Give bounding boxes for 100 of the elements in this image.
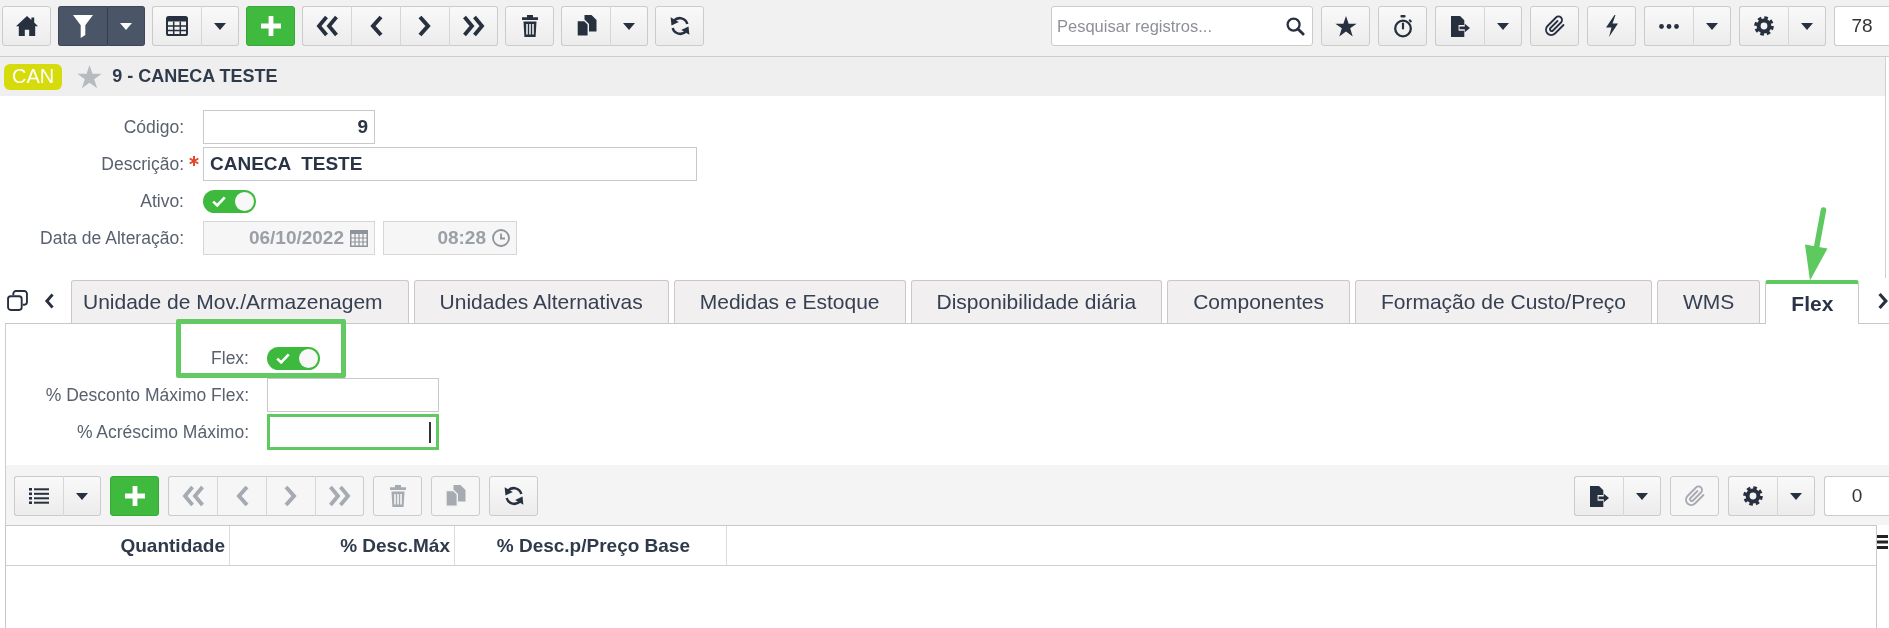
refresh-icon [668,15,691,37]
plus-icon [124,486,145,506]
chevron-left-icon [369,15,383,37]
attach-button[interactable] [1530,6,1579,46]
chevron-right-icon[interactable] [1878,291,1889,310]
check-icon [276,352,290,364]
input-field[interactable] [267,378,439,412]
caret-icon [120,22,132,30]
trash-icon [521,15,538,37]
view-button[interactable] [152,6,201,46]
field-label: Flex: [210,347,249,369]
caret-icon [214,22,226,30]
tab[interactable]: Disponibilidade diária [910,280,1163,323]
list-button[interactable] [14,476,63,516]
record-title: 9 - CANECA TESTE [112,66,278,87]
settings-button[interactable] [1728,476,1777,516]
column-menu-icon[interactable] [1877,535,1888,549]
delete-button[interactable] [505,6,554,46]
documents-icon [445,485,466,507]
documents-icon [575,15,597,37]
favorite-button[interactable] [1321,6,1370,46]
field-label: % Desconto Máximo Flex: [44,384,249,406]
refresh-button[interactable] [655,6,704,46]
search-icon[interactable] [1286,16,1305,36]
tab[interactable]: Medidas e Estoque [673,280,906,323]
number-field[interactable]: 9 [203,110,375,144]
field-label: Ativo: [139,190,184,212]
export-button[interactable] [1574,476,1623,516]
tab[interactable]: Flex [1765,280,1860,324]
paperclip-icon [1683,485,1706,507]
field-label: Descrição: [100,153,184,175]
settings-icon [1743,486,1763,506]
list-icon [29,488,49,504]
caret-icon [1790,492,1802,500]
tab[interactable]: Formação de Custo/Preço [1354,280,1652,323]
ellipsis-icon [1659,23,1679,29]
chevron-left-icon[interactable] [44,292,54,309]
star-icon[interactable] [77,64,103,89]
check-icon [212,195,226,207]
chevron-left-icon [235,485,249,507]
caret-icon [1706,22,1718,30]
table-icon [166,16,188,36]
record-type-label: CAN [4,63,63,90]
trash-icon [389,485,406,507]
settings-icon [1754,16,1774,36]
tab[interactable]: Unidades Alternativas [413,280,669,323]
column-header[interactable]: % Desc.Máx [230,526,455,565]
record-count: 0 [1824,476,1889,516]
text-field[interactable]: CANECA TESTE [203,147,697,181]
settings-button[interactable] [1739,6,1788,46]
tab[interactable]: Componentes [1167,280,1350,323]
duplicate-button[interactable] [561,6,610,46]
field-label: Data de Alteração: [39,227,184,249]
last-button[interactable] [449,6,498,46]
double-chevron-left-icon [181,485,205,507]
actions-button[interactable] [1587,6,1636,46]
column-header[interactable]: Quantidade [6,526,230,565]
caret-icon [1801,22,1813,30]
file-arrow-icon [1589,485,1609,507]
calendar-icon [350,229,368,247]
star-icon [1334,15,1357,37]
double-chevron-right-icon [327,485,352,507]
record-count: 78 [1834,6,1889,46]
plus-icon [260,16,281,36]
tab[interactable]: WMS [1657,280,1761,323]
caret-icon [623,22,635,30]
funnel-icon [73,14,93,38]
home-button[interactable] [2,6,51,46]
previous-button[interactable] [351,6,400,46]
file-arrow-icon [1450,15,1470,37]
stopwatch-icon [1392,14,1413,38]
caret-icon [76,492,88,500]
refresh-button[interactable] [489,476,538,516]
toggle-switch[interactable] [267,346,320,370]
export-button[interactable] [1435,6,1484,46]
first-button[interactable] [302,6,351,46]
add-button[interactable] [246,6,295,46]
field-label: Código: [122,116,184,138]
add-button[interactable] [110,476,159,516]
input-field[interactable] [267,414,439,450]
chevron-right-icon [418,15,432,37]
double-chevron-right-icon [461,15,486,37]
windows-icon[interactable] [7,290,28,311]
filter-button[interactable] [58,6,107,46]
next-button[interactable] [400,6,449,46]
clock-icon [492,229,510,247]
search-field[interactable]: Pesquisar registros... [1051,6,1313,46]
timer-button[interactable] [1378,6,1427,46]
field-label: % Acréscimo Máximo: [75,421,249,443]
tab[interactable]: Unidade de Mov./Armazenagem [71,280,409,323]
paperclip-icon [1543,15,1566,37]
caret-icon [1497,22,1509,30]
more-button[interactable] [1644,6,1693,46]
home-icon [15,16,38,36]
dropdown-button[interactable] [107,6,145,46]
toggle-switch[interactable] [203,189,256,213]
lightning-icon [1604,15,1619,37]
caret-icon [1636,492,1648,500]
column-header[interactable]: % Desc.p/Preço Base [455,526,727,565]
refresh-icon [502,485,525,507]
